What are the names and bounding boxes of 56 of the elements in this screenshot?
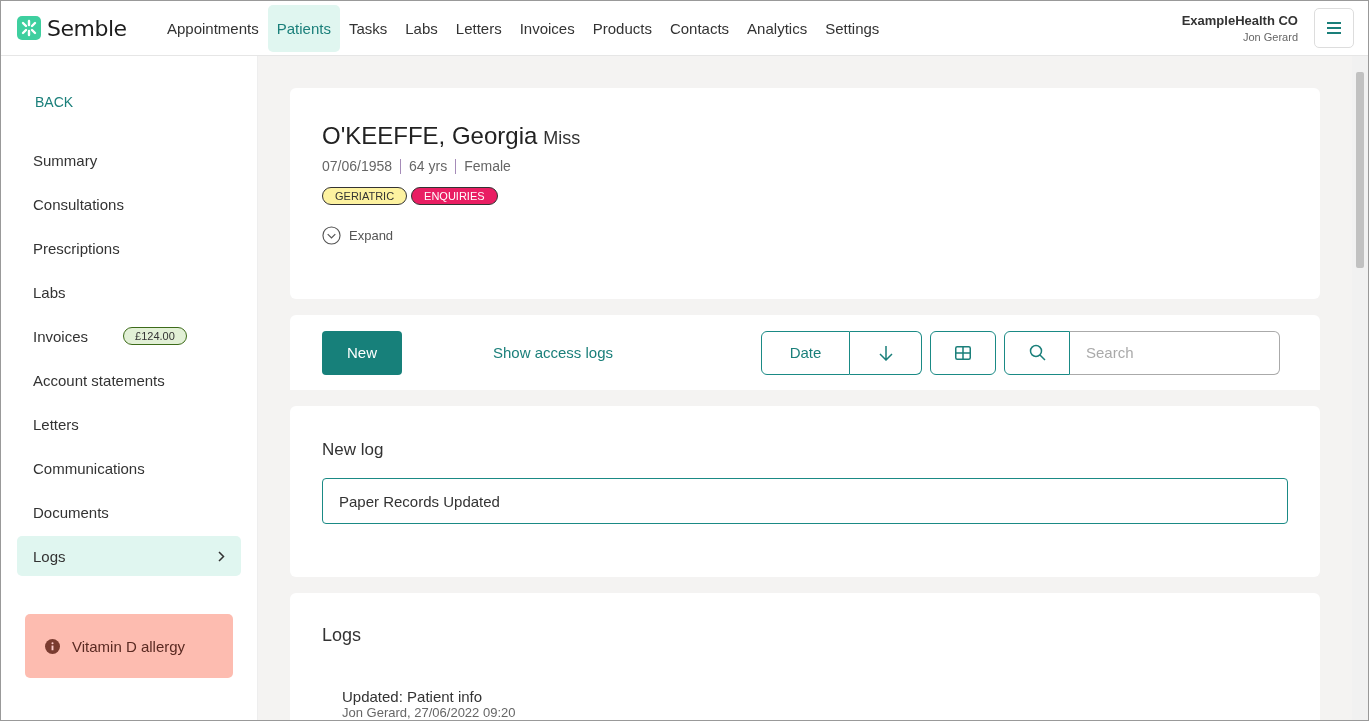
sidebar-item[interactable]: Prescriptions [17, 228, 241, 268]
sidebar-item[interactable]: Letters [17, 404, 241, 444]
nav-tab[interactable]: Contacts [660, 4, 739, 52]
logo-icon [17, 16, 41, 40]
company-name: ExampleHealth CO [1181, 13, 1298, 28]
menu-icon [1327, 22, 1341, 34]
search-field[interactable]: Search [1070, 330, 1280, 375]
log-entry-title: Updated: Patient info [342, 688, 484, 705]
sidebar-item[interactable]: Account statements [17, 360, 241, 400]
nav-tab[interactable]: Products [583, 4, 661, 52]
nav-tab[interactable]: Appointments [158, 4, 268, 52]
grid-icon [955, 345, 971, 360]
access-logs-link[interactable]: Show access logs [493, 344, 614, 361]
patient-tag: GERIATRIC [322, 187, 408, 205]
section-title: Logs [322, 625, 363, 646]
grid-view-button[interactable] [930, 330, 996, 375]
nav-tab[interactable]: Invoices [510, 4, 584, 52]
sort-direction-button[interactable] [850, 330, 922, 375]
log-input-field[interactable]: Paper Records Updated [322, 478, 1288, 524]
new-button[interactable]: New [322, 330, 402, 375]
nav-tab[interactable]: Patients [267, 4, 340, 52]
sidebar-item[interactable]: Logs [17, 536, 241, 576]
patient-title: Miss [543, 128, 581, 149]
expand-button[interactable]: Expand [322, 226, 1288, 245]
log-entry-meta: Jon Gerard, 27/06/2022 09:20 [342, 705, 517, 720]
search-icon [1028, 344, 1046, 361]
chevron-right-icon [218, 550, 225, 562]
patient-detail: 64 yrs [409, 158, 448, 174]
patient-tag: ENQUIRIES [411, 187, 498, 205]
brand-name: Semble [47, 15, 127, 41]
search-button[interactable] [1004, 330, 1070, 375]
nav-tab[interactable]: Labs [396, 4, 447, 52]
sidebar-item[interactable]: Communications [17, 448, 241, 488]
nav-tab[interactable]: Letters [446, 4, 511, 52]
nav-tab[interactable]: Tasks [339, 4, 397, 52]
sidebar-item[interactable]: Labs [17, 272, 241, 312]
nav-tab[interactable]: Analytics [738, 4, 817, 52]
chevron-down-icon [322, 226, 341, 245]
section-title: New log [322, 440, 385, 460]
sidebar-item[interactable]: Documents [17, 492, 241, 532]
sidebar-item[interactable]: Summary [17, 140, 241, 180]
sidebar-item[interactable]: Consultations [17, 184, 241, 224]
sort-field-button[interactable]: Date [761, 330, 850, 375]
menu-button[interactable] [1314, 8, 1354, 48]
alert-text: Vitamin D allergy [72, 637, 186, 655]
patient-detail: 07/06/1958 [322, 158, 393, 174]
scrollbar[interactable] [1352, 56, 1368, 720]
back-link[interactable]: BACK [35, 94, 257, 110]
info-icon [45, 638, 60, 654]
nav-tab[interactable]: Settings [816, 4, 889, 52]
patient-name: O'KEEFFE, Georgia [322, 122, 538, 150]
amount-badge: £124.00 [123, 327, 187, 345]
sidebar-item[interactable]: Invoices £124.00 [17, 316, 241, 356]
arrow-down-icon [878, 344, 893, 361]
patient-detail: Female [464, 158, 511, 174]
user-name: Jon Gerard [1242, 31, 1298, 43]
